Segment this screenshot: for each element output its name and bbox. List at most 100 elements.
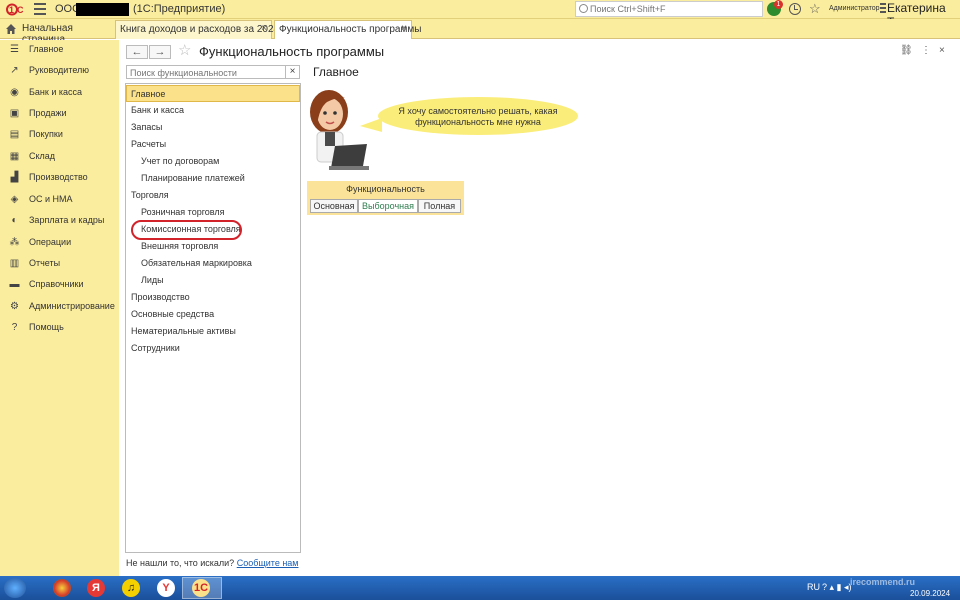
sidebar-item-label: Отчеты xyxy=(29,258,61,268)
speech-bubble-text: Я хочу самостоятельно решать, какая функ… xyxy=(398,106,558,127)
chart-line-icon: ↗ xyxy=(10,65,19,76)
tree-item-label: Сотрудники xyxy=(131,343,180,353)
app-name: (1С:Предприятие) xyxy=(133,3,226,15)
tree-item[interactable]: Торговля xyxy=(126,187,300,204)
staff-icon: ◐ xyxy=(11,215,18,226)
sidebar-item-purchases[interactable]: ▤ Покупки xyxy=(0,125,119,145)
sidebar-item-label: Главное xyxy=(29,44,64,54)
tree-item-label: Планирование платежей xyxy=(141,173,245,183)
yandex-browser-icon[interactable]: Y xyxy=(157,579,175,597)
tray-icons[interactable]: ? ▴ ▮ ◂) xyxy=(822,582,852,593)
tray-date[interactable]: 20.09.2024 xyxy=(910,589,950,598)
functionality-selector: Функциональность Основная Выборочная Пол… xyxy=(307,181,464,215)
tree-item[interactable]: Расчеты xyxy=(126,136,300,153)
sidebar-item-label: Банк и касса xyxy=(29,87,82,97)
tab-home[interactable]: Начальная страница xyxy=(0,19,112,45)
not-found-text: Не нашли то, что искали? xyxy=(126,558,235,568)
close-icon[interactable]: × xyxy=(939,45,945,56)
sidebar-item-help[interactable]: ? Помощь xyxy=(0,318,119,338)
sidebar-item-catalogs[interactable]: ▬ Справочники xyxy=(0,275,119,295)
svg-text:С: С xyxy=(17,5,24,15)
admin-label[interactable]: Администратор xyxy=(829,5,880,12)
chrome-icon[interactable] xyxy=(53,579,71,597)
yandex-icon[interactable]: Я xyxy=(87,579,105,597)
sidebar-item-salary[interactable]: ◐ Зарплата и кадры xyxy=(0,211,119,231)
tree-item[interactable]: Основные средства xyxy=(126,306,300,323)
tree-item[interactable]: Запасы xyxy=(126,119,300,136)
favorites-star-icon[interactable]: ☆ xyxy=(809,1,821,17)
section-title: Главное xyxy=(313,65,359,79)
back-button[interactable]: ← xyxy=(126,45,148,59)
tree-item[interactable]: Учет по договорам xyxy=(126,153,300,170)
books-icon: ▬ xyxy=(9,279,20,290)
warehouse-icon: ▦ xyxy=(9,151,20,162)
sidebar-item-main[interactable]: ☰ Главное xyxy=(0,40,119,60)
sidebar-item-assets[interactable]: ◈ ОС и НМА xyxy=(0,190,119,210)
sidebar-item-production[interactable]: ▟ Производство xyxy=(0,168,119,188)
yandex-music-icon[interactable]: ♫ xyxy=(122,579,140,597)
sidebar-item-label: Зарплата и кадры xyxy=(29,215,105,225)
sidebar-item-label: Справочники xyxy=(29,279,84,289)
forward-button[interactable]: → xyxy=(149,45,171,59)
tab-functionality[interactable]: Функциональность программы × xyxy=(274,20,421,39)
sidebar-item-warehouse[interactable]: ▦ Склад xyxy=(0,147,119,167)
page-title: Функциональность программы xyxy=(199,44,385,59)
start-button[interactable] xyxy=(4,578,26,598)
taskbar: Я ♫ Y 1С RU ? ▴ ▮ ◂) irecommend.ru 20.09… xyxy=(0,576,960,600)
tree-item[interactable]: Нематериальные активы xyxy=(126,323,300,340)
link-icon[interactable]: ⛓ xyxy=(900,45,913,56)
option-full-button[interactable]: Полная xyxy=(418,199,461,213)
close-icon[interactable]: × xyxy=(401,23,407,34)
history-icon[interactable] xyxy=(789,3,801,15)
tree-item-label: Расчеты xyxy=(131,139,167,149)
favorite-star-icon[interactable]: ☆ xyxy=(178,43,191,59)
functionality-search-input[interactable] xyxy=(130,67,280,78)
global-search[interactable] xyxy=(575,1,763,17)
clear-icon[interactable]: × xyxy=(285,65,299,79)
main-menu-icon[interactable] xyxy=(34,3,46,15)
language-indicator[interactable]: RU xyxy=(807,582,820,592)
1c-logo-icon[interactable]: 1 С xyxy=(6,3,26,16)
sidebar-item-label: Склад xyxy=(29,151,56,161)
tree-item-label: Торговля xyxy=(131,190,169,200)
sidebar-item-sales[interactable]: ▣ Продажи xyxy=(0,104,119,124)
report-link[interactable]: Сообщите нам xyxy=(237,558,299,568)
tree-item-label: Банк и касса xyxy=(131,105,184,115)
functionality-search[interactable]: × xyxy=(126,65,300,79)
sidebar-item-label: Операции xyxy=(29,237,72,247)
close-icon[interactable]: × xyxy=(261,23,267,34)
tree-item[interactable]: Сотрудники xyxy=(126,340,300,357)
tree-item[interactable]: Производство xyxy=(126,289,300,306)
svg-text:1: 1 xyxy=(9,5,14,15)
factory-icon: ▟ xyxy=(10,172,19,183)
more-icon[interactable]: ⋮ xyxy=(921,45,931,56)
sidebar-item-operations[interactable]: ⁂ Операции xyxy=(0,233,119,253)
tree-item[interactable]: Планирование платежей xyxy=(126,170,300,187)
tree-item[interactable]: Обязательная маркировка xyxy=(126,255,300,272)
tree-item[interactable]: Внешняя торговля xyxy=(126,238,300,255)
not-found-footer: Не нашли то, что искали? Сообщите нам xyxy=(126,558,299,568)
tree-item[interactable]: Банк и касса xyxy=(126,102,300,119)
highlight-annotation xyxy=(131,220,242,240)
tree-item-label: Внешняя торговля xyxy=(141,241,219,251)
operations-icon: ⁂ xyxy=(9,237,20,248)
option-selective-button[interactable]: Выборочная xyxy=(358,199,418,213)
notifications-badge: 1 xyxy=(774,0,783,9)
global-search-input[interactable] xyxy=(590,3,758,15)
tab-income-book[interactable]: Книга доходов и расходов за 2024 г. × xyxy=(115,20,287,39)
sales-icon: ▣ xyxy=(9,108,20,119)
sidebar-item-bank[interactable]: ◉ Банк и касса xyxy=(0,83,119,103)
functionality-tree: Главное Банк и касса Запасы Расчеты Учет… xyxy=(125,83,301,553)
help-icon: ? xyxy=(11,322,18,333)
sidebar-item-manager[interactable]: ↗ Руководителю xyxy=(0,61,119,81)
sidebar-item-admin[interactable]: ⚙ Администрирование xyxy=(0,297,119,317)
option-basic-button[interactable]: Основная xyxy=(310,199,358,213)
sidebar-item-reports[interactable]: ▥ Отчеты xyxy=(0,254,119,274)
tree-item-label: Основные средства xyxy=(131,309,215,319)
tabs-bar: Начальная страница Книга доходов и расхо… xyxy=(0,19,960,45)
tree-item[interactable]: Лиды xyxy=(126,272,300,289)
tree-item[interactable]: Розничная торговля xyxy=(126,204,300,221)
search-icon xyxy=(579,4,588,13)
tree-item[interactable]: Главное xyxy=(126,85,300,102)
settings-menu-icon[interactable] xyxy=(880,3,886,15)
